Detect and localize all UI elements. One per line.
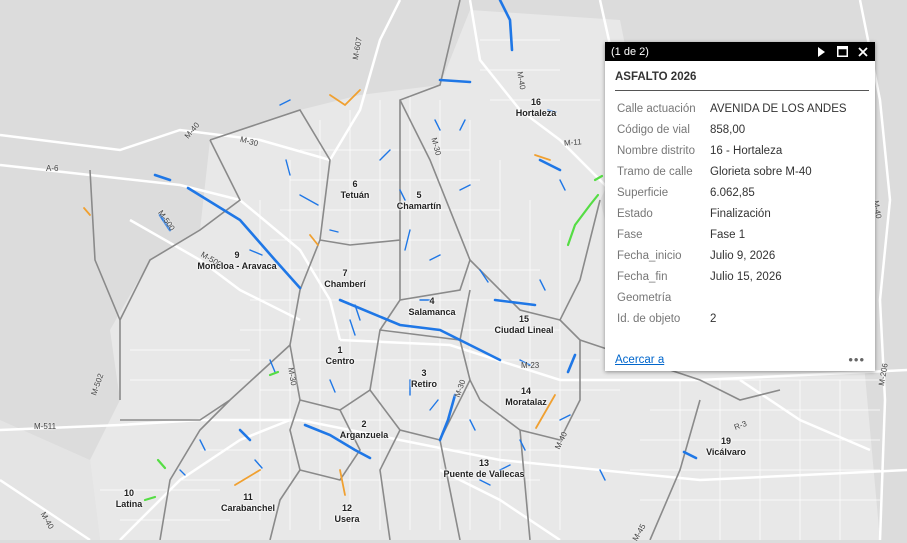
district-name: Retiro [410,379,438,389]
district-name: Centro [325,356,355,366]
popup-header: (1 de 2) [605,42,875,61]
district-number: 15 [518,314,530,324]
attribute-value: Fase 1 [710,229,746,242]
road-label: M-511 [34,422,57,431]
attribute-value: Glorieta sobre M-40 [710,165,812,178]
table-row: Superficie 6.062,85 [617,182,847,203]
district-number: 16 [530,97,542,107]
district-label-salamanca: 4 Salamanca [408,296,455,318]
district-number: 1 [337,345,343,355]
district-name: Latina [115,499,143,509]
table-row: Geometría [617,288,847,309]
district-number: 7 [342,268,348,278]
road-label: M-23 [521,361,540,370]
district-number: 5 [416,190,422,200]
attribute-key: Estado [617,208,653,221]
district-label-tetuan: 6 Tetuán [341,179,370,201]
attribute-key: Geometría [617,292,672,305]
attribute-value [710,288,847,309]
popup-footer: Acercar a ••• [615,352,865,367]
district-name: Moratalaz [505,397,547,407]
district-name: Hortaleza [515,108,557,118]
district-label-carabanchel: 11 Carabanchel [221,492,275,514]
attribute-value: Finalización [710,208,771,221]
district-label-chamartin: 5 Chamartín [397,190,442,212]
attribute-value: 6.062,85 [710,186,755,199]
district-number: 14 [520,386,532,396]
attribute-key: Código de vial [617,123,690,136]
district-number: 2 [361,419,367,429]
table-row: Fase Fase 1 [617,225,847,246]
district-name: Puente de Vallecas [443,469,525,479]
attribute-key: Nombre distrito [617,144,695,157]
district-name: Usera [334,514,360,524]
district-name: Moncloa - Aravaca [197,261,277,271]
next-icon[interactable] [813,44,829,60]
district-name: Salamanca [408,307,456,317]
district-label-usera: 12 Usera [334,503,359,525]
road-label: A-6 [46,164,59,173]
district-number: 6 [352,179,358,189]
attribute-key: Tramo de calle [617,165,693,178]
attribute-key: Calle actuación [617,102,696,115]
close-icon[interactable] [855,44,871,60]
district-name: Arganzuela [339,430,389,440]
district-name: Ciudad Lineal [494,325,554,335]
feature-popup: (1 de 2) ASFALTO 2026 Calle actuación AVE… [605,42,875,371]
attribute-key: Fase [617,229,643,242]
district-number: 12 [341,503,352,513]
table-row: Código de vial 858,00 [617,119,847,140]
district-label-arganzuela: 2 Arganzuela [340,419,389,441]
popup-title: ASFALTO 2026 [615,71,869,91]
district-label-vicalvaro: 19 Vicálvaro [706,436,746,458]
district-name: Carabanchel [220,503,276,513]
district-label-latina: 10 Latina [116,488,143,510]
attribute-key: Id. de objeto [617,313,681,326]
district-label-retiro: 3 Retiro [411,368,437,390]
more-options-icon[interactable]: ••• [848,352,865,367]
district-number: 9 [234,250,240,260]
attribute-value: 2 [710,313,717,326]
table-row: Estado Finalización [617,203,847,224]
district-name: Tetuán [340,190,370,200]
table-row: Fecha_fin Julio 15, 2026 [617,267,847,288]
district-label-puente-vallecas: 13 Puente de Vallecas [443,458,524,480]
maximize-icon[interactable] [834,44,850,60]
district-number: 13 [478,458,490,468]
attribute-value: Julio 9, 2026 [710,250,776,263]
district-name: Chamberí [324,279,366,289]
table-row: Fecha_inicio Julio 9, 2026 [617,246,847,267]
attribute-table: Calle actuación AVENIDA DE LOS ANDES Códi… [617,98,847,330]
district-name: Chamartín [396,201,442,211]
district-number: 11 [243,492,253,502]
road-label: M-11 [563,137,582,148]
district-label-chamberi: 7 Chamberí [324,268,366,290]
popup-feature-count: (1 de 2) [611,45,649,58]
attribute-value: AVENIDA DE LOS ANDES [710,102,847,115]
district-number: 19 [720,436,731,446]
table-row: Tramo de calle Glorieta sobre M-40 [617,161,847,182]
attribute-key: Fecha_inicio [617,250,682,263]
district-number: 10 [123,488,135,498]
district-label-moncloa: 9 Moncloa - Aravaca [197,250,276,272]
attribute-value: 858,00 [710,123,746,136]
district-label-centro: 1 Centro [326,345,355,367]
attribute-value: Julio 15, 2026 [710,271,782,284]
zoom-to-link[interactable]: Acercar a [615,354,848,366]
district-label-moratalaz: 14 Moratalaz [505,386,547,408]
table-row: Calle actuación AVENIDA DE LOS ANDES [617,98,847,119]
district-number: 4 [429,296,435,306]
table-row: Nombre distrito 16 - Hortaleza [617,140,847,161]
district-number: 3 [421,368,427,378]
attribute-key: Superficie [617,186,669,199]
district-label-ciudad-lineal: 15 Ciudad Lineal [494,314,553,336]
district-name: Vicálvaro [706,447,746,457]
table-row: Id. de objeto 2 [617,309,847,330]
attribute-key: Fecha_fin [617,271,668,284]
district-label-hortaleza: 16 Hortaleza [516,97,557,119]
attribute-value: 16 - Hortaleza [710,144,783,157]
